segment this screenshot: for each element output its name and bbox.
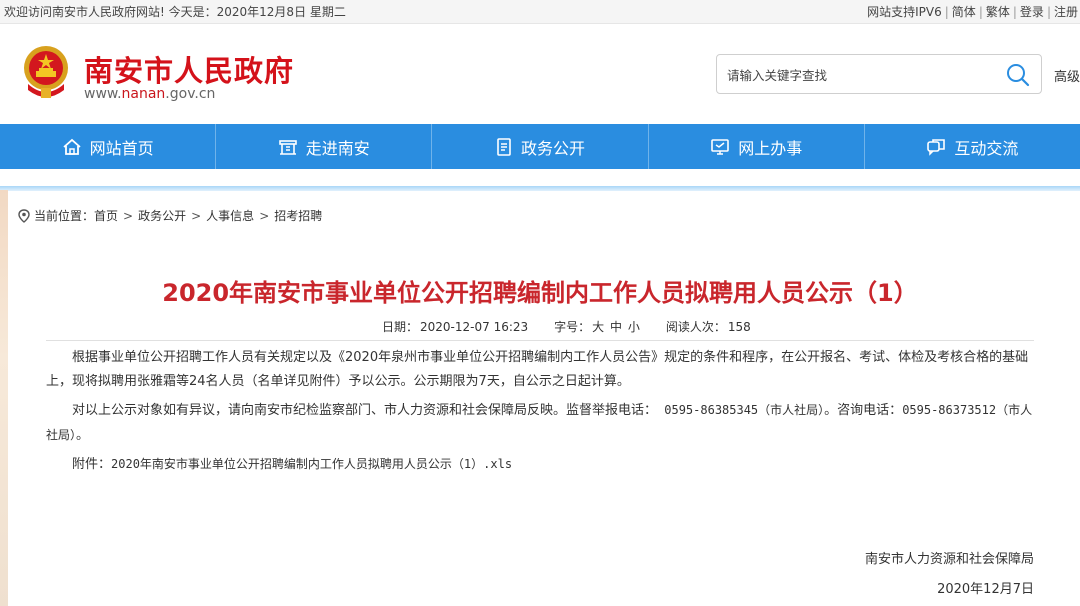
font-size-large[interactable]: 大 — [592, 320, 604, 334]
location-pin-icon — [18, 208, 30, 223]
advanced-search-link[interactable]: 高级 — [1054, 66, 1080, 85]
breadcrumb-recruitment[interactable]: 招考招聘 — [274, 207, 322, 224]
simplified-link[interactable]: 简体 — [952, 5, 976, 19]
search-input[interactable] — [727, 63, 997, 87]
font-size-label: 字号： — [554, 320, 591, 334]
ipv6-link[interactable]: 网站支持IPV6 — [867, 5, 942, 19]
welcome-text: 欢迎访问南安市人民政府网站! 今天是：2020年12月8日 星期二 — [4, 5, 346, 19]
attachment-line: 附件：2020年南安市事业单位公开招聘编制内工作人员拟聘用人员公示（1）.xls — [46, 452, 1036, 477]
login-link[interactable]: 登录 — [1020, 5, 1044, 19]
national-emblem-logo[interactable] — [20, 44, 72, 102]
breadcrumb-prefix: 当前位置： — [34, 209, 95, 223]
article-title: 2020年南安市事业单位公开招聘编制内工作人员拟聘用人员公示（1） — [162, 279, 918, 307]
nav-item-interaction[interactable]: 互动交流 — [865, 124, 1080, 169]
breadcrumb-personnel-info[interactable]: 人事信息 — [206, 207, 254, 224]
register-link[interactable]: 注册 — [1054, 5, 1078, 19]
nav-item-about-nanan[interactable]: 走进南安 — [216, 124, 433, 169]
decorative-edge — [0, 190, 8, 606]
font-size-medium[interactable]: 中 — [610, 320, 622, 334]
site-header: 南安市人民政府 www.nanan.gov.cn 高级 — [0, 24, 1080, 124]
font-size-small[interactable]: 小 — [628, 320, 640, 334]
home-icon — [63, 138, 81, 155]
signature-org: 南安市人力资源和社会保障局 — [864, 552, 1034, 567]
building-icon — [278, 139, 297, 155]
search-icon[interactable] — [1005, 62, 1031, 88]
site-name[interactable]: 南安市人民政府 — [84, 48, 294, 90]
search-box — [716, 54, 1042, 94]
main-nav: 网站首页 走进南安 政务公开 网上办事 互动交流 — [0, 124, 1080, 169]
report-phone: 0595-86385345（市人社局） — [657, 403, 825, 417]
article-meta: 日期： 2020-12-07 16:23 字号：大 中 小 阅读人次： 158 — [382, 318, 753, 335]
breadcrumb-home[interactable]: 首页 — [94, 207, 118, 224]
monitor-icon — [711, 138, 730, 155]
article-body: 根据事业单位公开招聘工作人员有关规定以及《2020年泉州市事业单位公开招聘编制内… — [46, 346, 1036, 481]
paragraph-1: 根据事业单位公开招聘工作人员有关规定以及《2020年泉州市事业单位公开招聘编制内… — [46, 350, 1029, 389]
breadcrumb-gov-affairs[interactable]: 政务公开 — [138, 207, 186, 224]
nav-item-online-service[interactable]: 网上办事 — [649, 124, 865, 169]
date-label: 日期： — [382, 320, 419, 334]
signature-date: 2020年12月7日 — [937, 582, 1034, 597]
top-links: 网站支持IPV6 | 简体 | 繁体 | 登录 | 注册 — [867, 5, 1078, 19]
chat-icon — [927, 138, 946, 156]
site-url: www.nanan.gov.cn — [84, 86, 216, 102]
publish-date: 2020-12-07 16:23 — [420, 320, 529, 334]
decorative-strip — [0, 186, 1080, 191]
document-icon — [497, 137, 511, 156]
paragraph-2: 对以上公示对象如有异议，请向南安市纪检监察部门、市人力资源和社会保障局反映。监督… — [46, 403, 1033, 443]
breadcrumb: 当前位置： 首页 > 政务公开 > 人事信息 > 招考招聘 — [18, 207, 322, 224]
nav-item-gov-affairs[interactable]: 政务公开 — [432, 124, 649, 169]
attachment-label: 附件： — [72, 457, 112, 472]
views-label: 阅读人次： — [665, 320, 726, 334]
views-count: 158 — [727, 320, 751, 334]
nav-item-home[interactable]: 网站首页 — [0, 124, 217, 169]
top-bar: 欢迎访问南安市人民政府网站! 今天是：2020年12月8日 星期二 网站支持IP… — [0, 0, 1080, 24]
divider — [46, 340, 1034, 341]
attachment-link[interactable]: 2020年南安市事业单位公开招聘编制内工作人员拟聘用人员公示（1）.xls — [111, 457, 512, 471]
traditional-link[interactable]: 繁体 — [986, 5, 1010, 19]
